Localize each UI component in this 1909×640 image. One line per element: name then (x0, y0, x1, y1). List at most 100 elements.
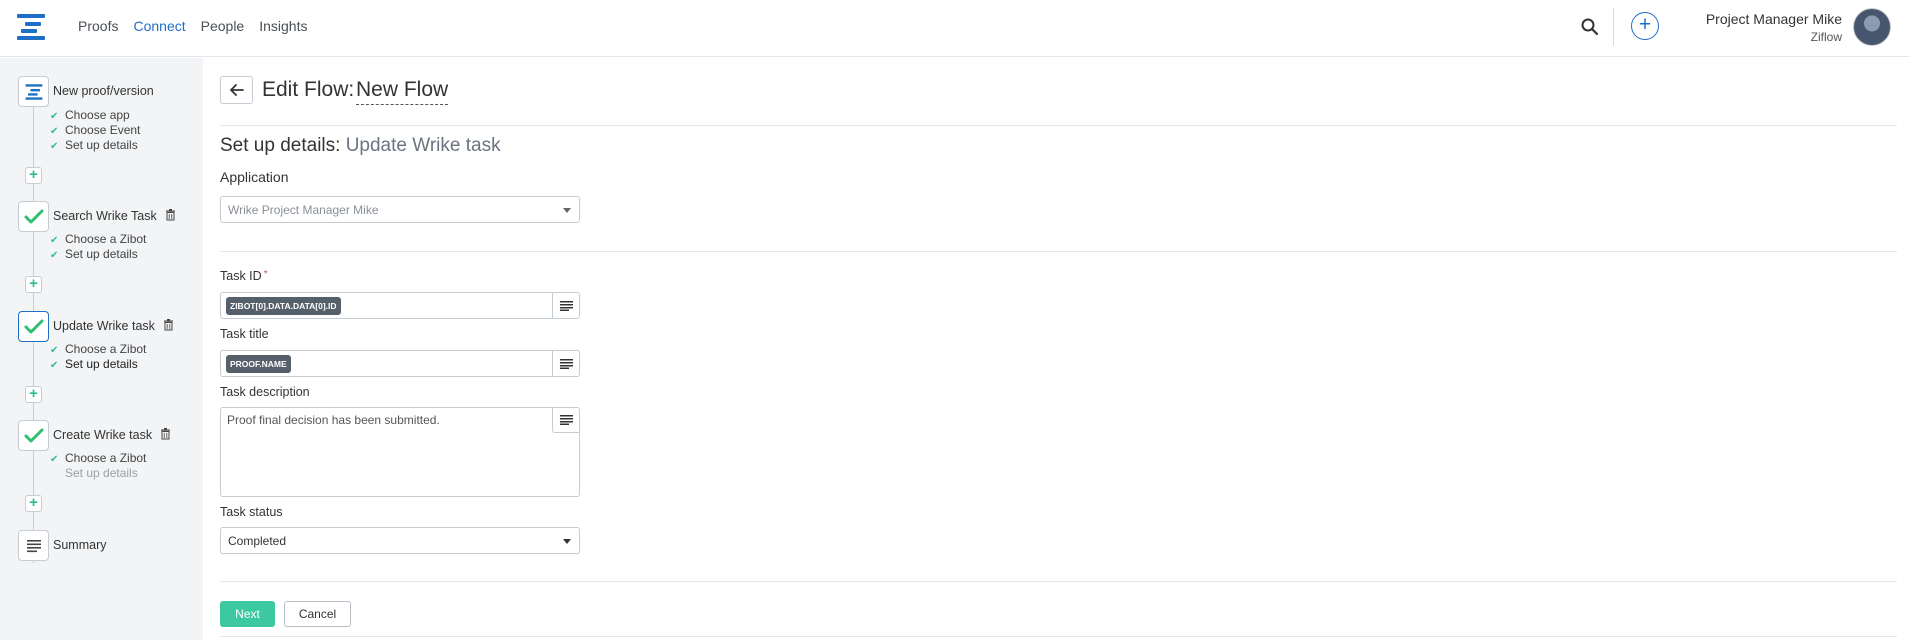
nav-item-proofs[interactable]: Proofs (78, 18, 118, 34)
step-icon-box (18, 311, 49, 342)
trash-icon[interactable] (160, 428, 171, 440)
text-align-icon (559, 358, 573, 369)
variable-chip[interactable]: PROOF.NAME (226, 355, 291, 373)
main-nav: Proofs Connect People Insights (78, 18, 322, 34)
flow-steps-sidebar: New proof/version ✔ Choose app ✔ Choose Ev… (0, 58, 203, 640)
step-title: Search Wrike Task (53, 209, 176, 223)
insert-variable-button[interactable] (552, 351, 579, 376)
step-title-text: Create Wrike task (53, 428, 153, 442)
chevron-down-icon (563, 208, 571, 213)
add-step-button[interactable]: + (25, 386, 42, 403)
user-name[interactable]: Project Manager Mike (1706, 11, 1842, 27)
step-icon-box (18, 530, 49, 561)
ziflow-logo-icon[interactable] (16, 12, 46, 42)
avatar[interactable] (1853, 8, 1891, 46)
trash-icon[interactable] (165, 209, 176, 221)
substep-label: Choose a Zibot (65, 232, 147, 246)
substep-set-up-details-pending[interactable]: Set up details (65, 466, 138, 480)
substep-label: Choose app (65, 108, 130, 122)
check-icon: ✔ (50, 250, 59, 261)
task-description-label: Task description (220, 385, 310, 399)
step-title: Summary (53, 538, 107, 552)
task-id-field[interactable]: ZIBOT[0].DATA.DATA[0].ID (220, 292, 580, 319)
task-status-value: Completed (228, 534, 287, 548)
substep-choose-a-zibot[interactable]: ✔ Choose a Zibot (50, 232, 146, 246)
step-title: New proof/version (53, 84, 154, 98)
substep-label: Set up details (65, 247, 138, 261)
search-icon[interactable] (1580, 17, 1600, 37)
divider (220, 581, 1897, 582)
nav-item-people[interactable]: People (201, 18, 245, 34)
check-icon: ✔ (50, 111, 59, 122)
step-title-text: Update Wrike task (53, 319, 155, 333)
text-align-icon (559, 300, 573, 311)
substep-label: Choose a Zibot (65, 342, 147, 356)
step-title: Create Wrike task (53, 428, 171, 442)
task-description-field[interactable]: Proof final decision has been submitted. (220, 407, 580, 497)
nav-item-insights[interactable]: Insights (259, 18, 307, 34)
substep-label: Set up details (65, 357, 138, 371)
step-icon-box (18, 201, 49, 232)
step-icon-box (18, 420, 49, 451)
add-step-button[interactable]: + (25, 495, 42, 512)
chevron-down-icon (563, 539, 571, 544)
task-description-value: Proof final decision has been submitted. (227, 413, 440, 427)
divider (220, 125, 1897, 126)
divider (220, 251, 1897, 252)
task-id-label-text: Task ID (220, 269, 262, 283)
checkmark-icon (24, 209, 43, 223)
substep-choose-a-zibot[interactable]: ✔ Choose a Zibot (50, 342, 146, 356)
step-title: Update Wrike task (53, 319, 174, 333)
application-value: Wrike Project Manager Mike (228, 203, 379, 217)
substep-label: Set up details (65, 466, 138, 480)
check-icon: ✔ (50, 454, 59, 465)
task-id-label: Task ID * (220, 269, 268, 283)
edit-flow-label: Edit Flow: (262, 78, 355, 101)
task-title-field[interactable]: PROOF.NAME (220, 350, 580, 377)
cancel-button[interactable]: Cancel (284, 601, 351, 627)
user-organization: Ziflow (1810, 30, 1842, 44)
task-title-label: Task title (220, 327, 269, 341)
substep-set-up-details[interactable]: ✔ Set up details (50, 138, 138, 152)
required-marker: * (263, 269, 268, 280)
insert-variable-button[interactable] (552, 408, 579, 433)
setup-subject: Update Wrike task (345, 135, 501, 156)
nav-item-connect[interactable]: Connect (133, 18, 185, 34)
check-icon: ✔ (50, 345, 59, 356)
divider (220, 636, 1897, 637)
text-align-icon (559, 415, 573, 425)
substep-choose-event[interactable]: ✔ Choose Event (50, 123, 140, 137)
task-status-select[interactable]: Completed (220, 527, 580, 554)
substep-choose-a-zibot[interactable]: ✔ Choose a Zibot (50, 451, 146, 465)
flow-name-editable[interactable]: New Flow (356, 78, 449, 105)
check-icon: ✔ (50, 126, 59, 137)
step-icon-box (18, 76, 49, 107)
setup-prefix: Set up details: (220, 135, 341, 156)
add-new-button[interactable]: + (1631, 12, 1659, 40)
insert-variable-button[interactable] (552, 293, 579, 318)
substep-choose-app[interactable]: ✔ Choose app (50, 108, 130, 122)
application-label: Application (220, 169, 289, 185)
check-icon: ✔ (50, 235, 59, 246)
add-step-button[interactable]: + (25, 167, 42, 184)
add-step-button[interactable]: + (25, 276, 42, 293)
substep-label: Choose a Zibot (65, 451, 147, 465)
substep-set-up-details-active[interactable]: ✔ Set up details (50, 357, 138, 371)
top-navigation-bar: Proofs Connect People Insights + Project… (0, 0, 1909, 57)
substep-label: Set up details (65, 138, 138, 152)
checkmark-icon (24, 319, 43, 333)
next-button[interactable]: Next (220, 601, 275, 627)
substep-label: Choose Event (65, 123, 141, 137)
substep-set-up-details[interactable]: ✔ Set up details (50, 247, 138, 261)
check-icon: ✔ (50, 360, 59, 371)
back-button[interactable] (220, 76, 253, 104)
page-title: Set up details: Update Wrike task (220, 135, 501, 157)
step-title-text: Search Wrike Task (53, 209, 157, 223)
list-lines-icon (26, 539, 41, 552)
variable-chip[interactable]: ZIBOT[0].DATA.DATA[0].ID (226, 297, 341, 315)
trash-icon[interactable] (163, 319, 174, 331)
ziflow-logo-icon (25, 83, 42, 100)
check-icon: ✔ (50, 141, 59, 152)
checkmark-icon (24, 428, 43, 442)
application-select[interactable]: Wrike Project Manager Mike (220, 196, 580, 223)
